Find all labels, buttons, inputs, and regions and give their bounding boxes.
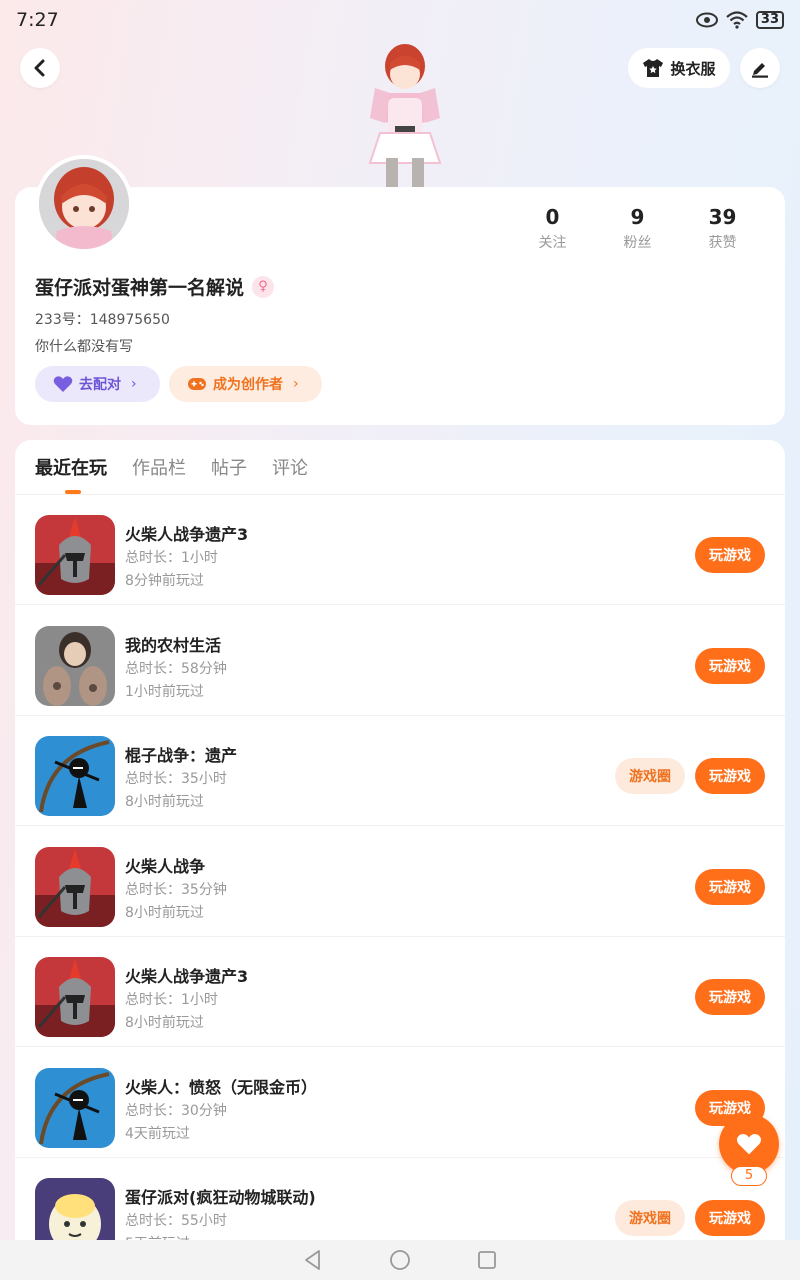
game-last-played: 8小时前玩过 (125, 794, 204, 810)
back-button[interactable] (20, 48, 60, 88)
game-duration: 总时长：58分钟 (125, 660, 227, 677)
play-game-button[interactable]: 玩游戏 (695, 868, 765, 905)
user-id: 233号：148975650 (35, 312, 170, 328)
game-icon-spartan-icon[interactable] (35, 515, 115, 595)
game-row[interactable]: 我的农村生活 总时长：58分钟 1小时前玩过 玩游戏 (15, 606, 785, 716)
pencil-icon (752, 63, 768, 78)
tab-recent[interactable]: 最近在玩 (35, 454, 107, 480)
nav-home-icon[interactable] (389, 1249, 411, 1271)
game-name: 蛋仔派对(疯狂动物城联动) (125, 1188, 316, 1207)
stat-number: 9 (630, 205, 645, 229)
stat-label: 获赞 (708, 235, 737, 251)
game-name: 火柴人战争 (125, 856, 206, 876)
game-icon-spartan-icon[interactable] (35, 957, 115, 1037)
shirt-icon (643, 59, 664, 77)
tab-indicator (65, 490, 81, 494)
stat-label: 粉丝 (623, 235, 652, 251)
game-icon-eggy-icon[interactable] (35, 1178, 115, 1240)
game-name: 火柴人战争遗产3 (125, 967, 249, 986)
play-game-button[interactable]: 玩游戏 (695, 537, 765, 573)
become-creator-button[interactable]: 成为创作者 › (169, 366, 322, 402)
game-last-played: 5天前玩过 (125, 1233, 190, 1240)
bio: 你什么都没有写 (35, 339, 133, 355)
nav-back-icon[interactable] (302, 1249, 324, 1271)
avatar-3d-figure[interactable] (350, 38, 460, 188)
tab-comments[interactable]: 评论 (272, 454, 308, 480)
play-game-button[interactable]: 玩游戏 (695, 1200, 765, 1236)
game-circle-button[interactable]: 游戏圈 (615, 758, 685, 794)
game-last-played: 4天前玩过 (125, 1125, 190, 1142)
game-row[interactable]: 蛋仔派对(疯狂动物城联动) 总时长：55小时 5天前玩过 游戏圈玩游戏 (15, 1158, 785, 1240)
game-circle-button[interactable]: 游戏圈 (615, 1200, 685, 1236)
game-row[interactable]: 火柴人战争遗产3 总时长：1小时 8小时前玩过 玩游戏 (15, 937, 785, 1047)
game-name: 我的农村生活 (125, 635, 222, 655)
stat-likes[interactable]: 39 获赞 (680, 205, 765, 252)
heart-icon (53, 376, 73, 392)
like-count-badge: 5 (731, 1166, 767, 1186)
like-fab-button[interactable] (719, 1114, 779, 1174)
chevron-left-icon (34, 59, 45, 77)
profile-card: 0 关注 9 粉丝 39 获赞 蛋仔派对蛋神第一名解说 ♀ 233号：14897… (15, 155, 785, 425)
game-last-played: 1小时前玩过 (125, 683, 204, 700)
game-icon-village-girl-icon[interactable] (35, 625, 115, 706)
tab-bar: 最近在玩 作品栏 帖子 评论 (15, 440, 785, 495)
nickname: 蛋仔派对蛋神第一名解说 (35, 277, 245, 299)
game-duration: 总时长：1小时 (125, 550, 218, 566)
game-duration: 总时长：35分钟 (125, 881, 227, 898)
content-card: 最近在玩 作品栏 帖子 评论 火柴人战争遗产3 总时长：1小时 8分钟前玩过 玩游戏我… (15, 440, 785, 1240)
game-duration: 总时长：55小时 (125, 1213, 227, 1229)
edit-button[interactable] (740, 48, 780, 88)
game-row[interactable]: 火柴人：愤怒（无限金币） 总时长：30分钟 4天前玩过 玩游戏 (15, 1048, 785, 1158)
heart-icon (736, 1134, 762, 1155)
game-icon-spartan-icon[interactable] (35, 846, 115, 927)
status-bar: 7:27 33 (0, 0, 800, 40)
profile-stats: 0 关注 9 粉丝 39 获赞 (510, 205, 765, 252)
game-icon-stick-archer-icon[interactable] (35, 1067, 115, 1148)
avatar[interactable] (35, 155, 133, 253)
pair-label: 去配对 (79, 377, 121, 393)
game-row[interactable]: 火柴人战争遗产3 总时长：1小时 8分钟前玩过 玩游戏 (15, 495, 785, 605)
female-icon: ♀ (252, 275, 275, 298)
game-icon-stick-archer-icon[interactable] (35, 736, 115, 816)
system-nav-bar (0, 1240, 800, 1280)
play-game-button[interactable]: 玩游戏 (695, 647, 765, 684)
creator-label: 成为创作者 (213, 377, 283, 393)
game-name: 火柴人：愤怒（无限金币） (125, 1077, 318, 1097)
stat-fans[interactable]: 9 粉丝 (595, 205, 680, 252)
game-name: 棍子战争：遗产 (125, 746, 238, 765)
game-duration: 总时长：35小时 (125, 771, 227, 787)
tab-posts[interactable]: 帖子 (211, 454, 247, 480)
game-name: 火柴人战争遗产3 (125, 525, 249, 544)
game-row[interactable]: 火柴人战争总时长：35分钟 8小时前玩过 玩游戏 (15, 827, 785, 937)
game-duration: 总时长：1小时 (125, 992, 218, 1008)
stat-number: 39 (708, 205, 737, 229)
play-game-button[interactable]: 玩游戏 (695, 758, 765, 794)
pair-button[interactable]: 去配对 › (35, 366, 160, 402)
game-last-played: 8小时前玩过 (125, 904, 204, 921)
tab-works[interactable]: 作品栏 (132, 454, 186, 480)
battery-indicator: 33 (755, 11, 784, 29)
chevron-right-icon: › (131, 376, 137, 392)
gamepad-icon (188, 378, 206, 390)
game-last-played: 8小时前玩过 (125, 1015, 204, 1031)
change-outfit-button[interactable]: 换衣服 (628, 48, 730, 88)
game-duration: 总时长：30分钟 (125, 1102, 227, 1119)
change-outfit-label: 换衣服 (670, 59, 716, 78)
stat-label: 关注 (538, 235, 567, 251)
status-time: 7:27 (16, 9, 59, 31)
play-game-button[interactable]: 玩游戏 (695, 979, 765, 1015)
nav-recents-icon[interactable] (476, 1249, 498, 1271)
game-row[interactable]: 棍子战争：遗产 总时长：35小时 8小时前玩过 游戏圈 玩游戏 (15, 716, 785, 826)
stat-following[interactable]: 0 关注 (510, 205, 595, 252)
game-last-played: 8分钟前玩过 (125, 573, 204, 589)
wifi-icon (726, 11, 748, 29)
chevron-right-icon: › (293, 376, 299, 392)
stat-number: 0 (545, 205, 560, 229)
eye-icon (695, 12, 718, 28)
